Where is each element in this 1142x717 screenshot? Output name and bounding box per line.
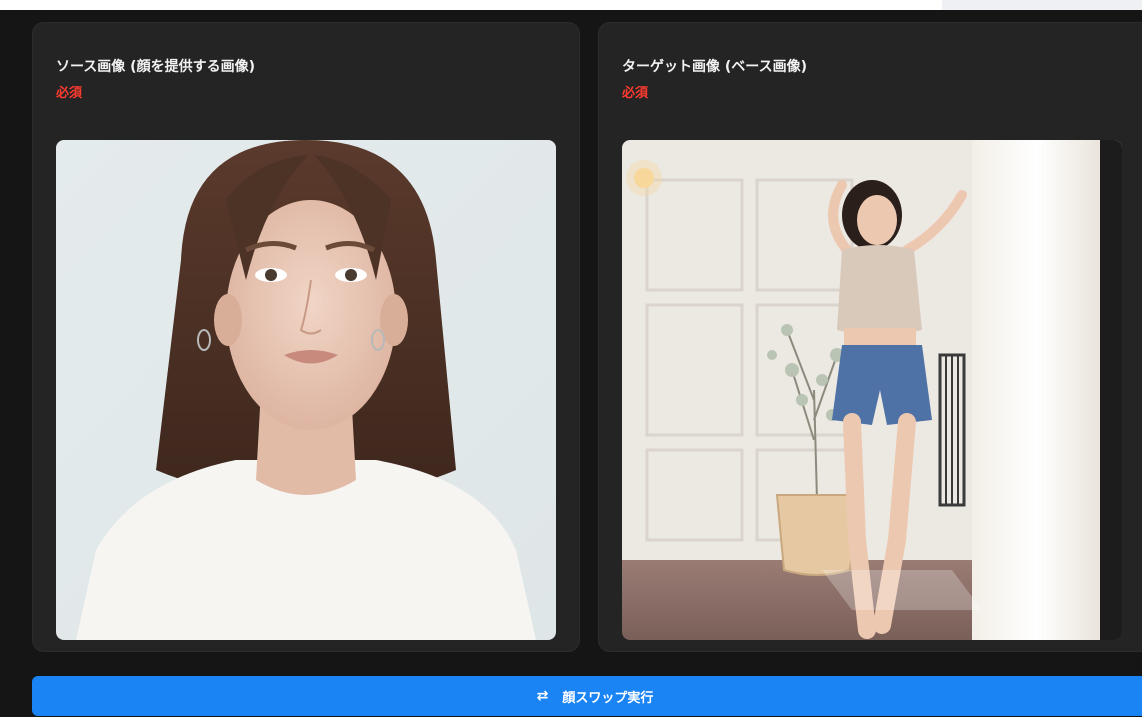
target-card-title: ターゲット画像 (ベース画像) [622,59,807,75]
target-fullbody-image [622,140,1122,640]
source-portrait-image [56,140,556,640]
source-card-title: ソース画像 (顔を提供する画像) [56,59,255,75]
source-image-dropzone[interactable] [56,140,556,640]
swap-arrows-icon: ⇄ [536,688,549,704]
source-image-card: ソース画像 (顔を提供する画像) 必須 [32,22,580,652]
face-swap-page: ソース画像 (顔を提供する画像) 必須 ターゲット画像 (ベース画像) 必須 ⇄… [0,10,1142,717]
face-swap-run-button[interactable]: ⇄ 顔スワップ実行 [32,676,1142,716]
target-image-dropzone[interactable] [622,140,1122,640]
top-tab [942,0,1142,10]
target-image-card: ターゲット画像 (ベース画像) 必須 [598,22,1142,652]
source-required-label: 必須 [56,86,83,101]
face-swap-run-label: 顔スワップ実行 [562,690,654,706]
top-strip [0,0,1142,10]
target-required-label: 必須 [622,86,649,101]
